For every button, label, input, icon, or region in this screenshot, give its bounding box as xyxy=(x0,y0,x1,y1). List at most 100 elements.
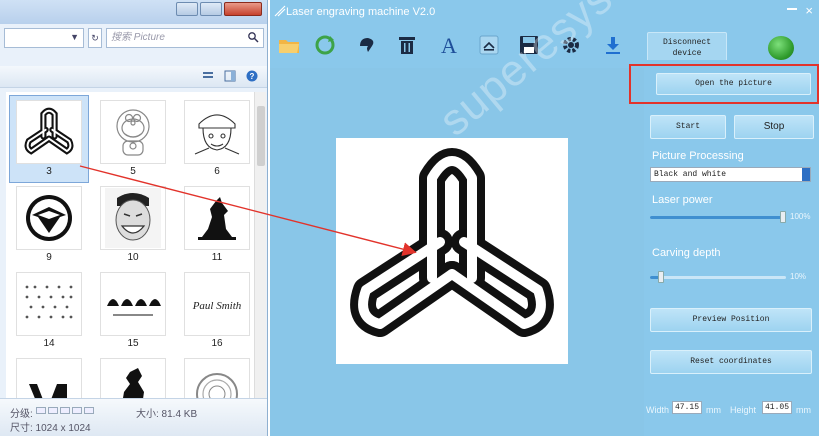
file-thumbnail[interactable]: 15 xyxy=(94,268,172,354)
svg-text:?: ? xyxy=(250,72,255,81)
thumbnail-grid: 3 5 6 9 10 11 14 15 Paul Smith 16 xyxy=(9,95,254,398)
file-thumbnail[interactable]: 5 xyxy=(94,96,172,182)
preview-position-button[interactable]: Preview Position xyxy=(650,308,812,332)
height-label: Height xyxy=(730,405,757,415)
thumbnail-label: 9 xyxy=(46,252,52,263)
disconnect-label-2: device xyxy=(672,49,702,58)
file-thumbnail[interactable]: 6 xyxy=(178,96,254,182)
cartoon-character-drawing-icon xyxy=(194,114,240,155)
thumbnail-label: 15 xyxy=(127,338,139,349)
image-dimensions: 尺寸: 1024 x 1024 xyxy=(10,423,91,434)
meme-face-photo-icon xyxy=(105,188,161,248)
scrollbar-thumb[interactable] xyxy=(257,106,265,166)
rating-stars[interactable] xyxy=(36,407,94,414)
file-explorer-window: ▼ ↻ 搜索 Picture ? 3 5 6 9 10 11 14 15 Pau… xyxy=(0,0,268,436)
refresh-button[interactable]: ↻ xyxy=(88,28,102,48)
rotate-icon[interactable] xyxy=(312,32,338,58)
carving-depth-value: 10% xyxy=(790,272,807,281)
medusa-logo-icon xyxy=(196,373,238,398)
address-field[interactable]: ▼ xyxy=(4,28,84,48)
preview-pane-icon[interactable] xyxy=(224,70,236,82)
carving-depth-slider[interactable] xyxy=(650,271,786,283)
file-thumbnail[interactable]: 14 xyxy=(10,268,88,354)
delete-icon[interactable] xyxy=(394,32,420,58)
laser-power-slider-thumb[interactable] xyxy=(780,211,786,223)
vertical-scrollbar[interactable] xyxy=(254,92,266,398)
thumbnail-label: 5 xyxy=(130,166,136,177)
explorer-titlebar xyxy=(0,0,267,24)
minimize-button[interactable] xyxy=(176,2,198,16)
maximize-button[interactable] xyxy=(200,2,222,16)
open-picture-highlight xyxy=(629,64,819,104)
hairstyles-icon xyxy=(107,299,161,316)
height-value: 41.05 xyxy=(765,403,790,412)
engraving-canvas-area[interactable]: superesystem xyxy=(280,0,681,436)
stop-button[interactable]: Stop xyxy=(734,115,814,139)
preview-position-label: Preview Position xyxy=(692,315,770,324)
help-icon[interactable]: ? xyxy=(246,70,258,82)
connection-status-led xyxy=(768,36,794,60)
trefoil-chain-icon xyxy=(24,107,74,155)
window-controls xyxy=(176,2,262,16)
dot-pattern-icon xyxy=(25,285,73,319)
open-folder-icon[interactable] xyxy=(276,32,302,58)
file-thumbnail[interactable]: Paul Smith 16 xyxy=(178,268,254,354)
carving-depth-label: Carving depth xyxy=(652,247,721,259)
text-icon[interactable]: A xyxy=(436,32,462,58)
lv-logo-icon xyxy=(29,384,67,398)
close-button[interactable] xyxy=(224,2,262,16)
file-size: 大小: 81.4 KB xyxy=(136,409,198,420)
details-pane: 分级: 大小: 81.4 KB 尺寸: 1024 x 1024 xyxy=(0,398,267,436)
doraemon-drawing-icon xyxy=(116,109,150,156)
download-icon[interactable] xyxy=(600,32,626,58)
file-thumbnail[interactable] xyxy=(94,354,172,398)
signature-text: Paul Smith xyxy=(192,300,242,312)
processing-mode-select[interactable]: Black and white xyxy=(650,167,811,182)
file-thumbnail[interactable]: 10 xyxy=(94,182,172,268)
thumbnail-view: 3 5 6 9 10 11 14 15 Paul Smith 16 xyxy=(6,92,254,398)
width-value: 47.15 xyxy=(675,403,700,412)
width-input[interactable]: 47.15 xyxy=(672,401,702,414)
search-icon[interactable] xyxy=(247,31,259,43)
text-tool-glyph: A xyxy=(441,33,457,57)
file-thumbnail[interactable] xyxy=(10,354,88,398)
image-preview-canvas[interactable] xyxy=(336,138,568,364)
width-unit: mm xyxy=(706,405,721,415)
stop-label: Stop xyxy=(763,121,785,132)
chevron-down-icon[interactable] xyxy=(802,168,810,181)
control-panel: Open the picture Start Stop Picture Proc… xyxy=(644,60,819,436)
disconnect-label-1: Disconnect xyxy=(662,38,711,47)
change-view-icon[interactable] xyxy=(202,70,214,82)
reset-coordinates-button[interactable]: Reset coordinates xyxy=(650,350,812,374)
laser-power-fill xyxy=(650,216,786,219)
view-toolbar: ? xyxy=(0,66,267,88)
file-thumbnail[interactable] xyxy=(178,354,254,398)
search-input[interactable]: 搜索 Picture xyxy=(106,28,264,48)
laser-power-label: Laser power xyxy=(652,194,713,206)
height-input[interactable]: 41.05 xyxy=(762,401,792,414)
carving-depth-slider-thumb[interactable] xyxy=(658,271,664,283)
chevron-down-icon[interactable]: ▼ xyxy=(70,32,79,42)
processing-mode-value: Black and white xyxy=(654,170,727,179)
rating-label: 分级: xyxy=(10,409,33,420)
app-title: Laser engraving machine V2.0 xyxy=(286,6,436,18)
laser-power-value: 100% xyxy=(790,212,811,221)
horse-logo-icon xyxy=(123,368,144,398)
start-button[interactable]: Start xyxy=(650,115,726,139)
address-bar: ▼ ↻ 搜索 Picture xyxy=(4,28,264,50)
laser-power-slider[interactable] xyxy=(650,211,786,223)
thumbnail-label: 14 xyxy=(43,338,55,349)
minimize-button[interactable] xyxy=(787,8,797,10)
file-thumbnail[interactable]: 11 xyxy=(178,182,254,268)
picture-processing-label: Picture Processing xyxy=(652,150,744,162)
file-thumbnail[interactable]: 3 xyxy=(9,95,89,183)
search-placeholder: 搜索 Picture xyxy=(111,32,165,43)
file-thumbnail[interactable]: 9 xyxy=(10,182,88,268)
thumbnail-label: 10 xyxy=(127,252,139,263)
trefoil-chain-icon xyxy=(350,148,554,337)
start-label: Start xyxy=(675,122,700,131)
flip-icon[interactable] xyxy=(354,32,380,58)
close-button[interactable]: × xyxy=(805,3,813,18)
app-logo-icon xyxy=(274,5,286,17)
thumbnail-label: 6 xyxy=(214,166,220,177)
